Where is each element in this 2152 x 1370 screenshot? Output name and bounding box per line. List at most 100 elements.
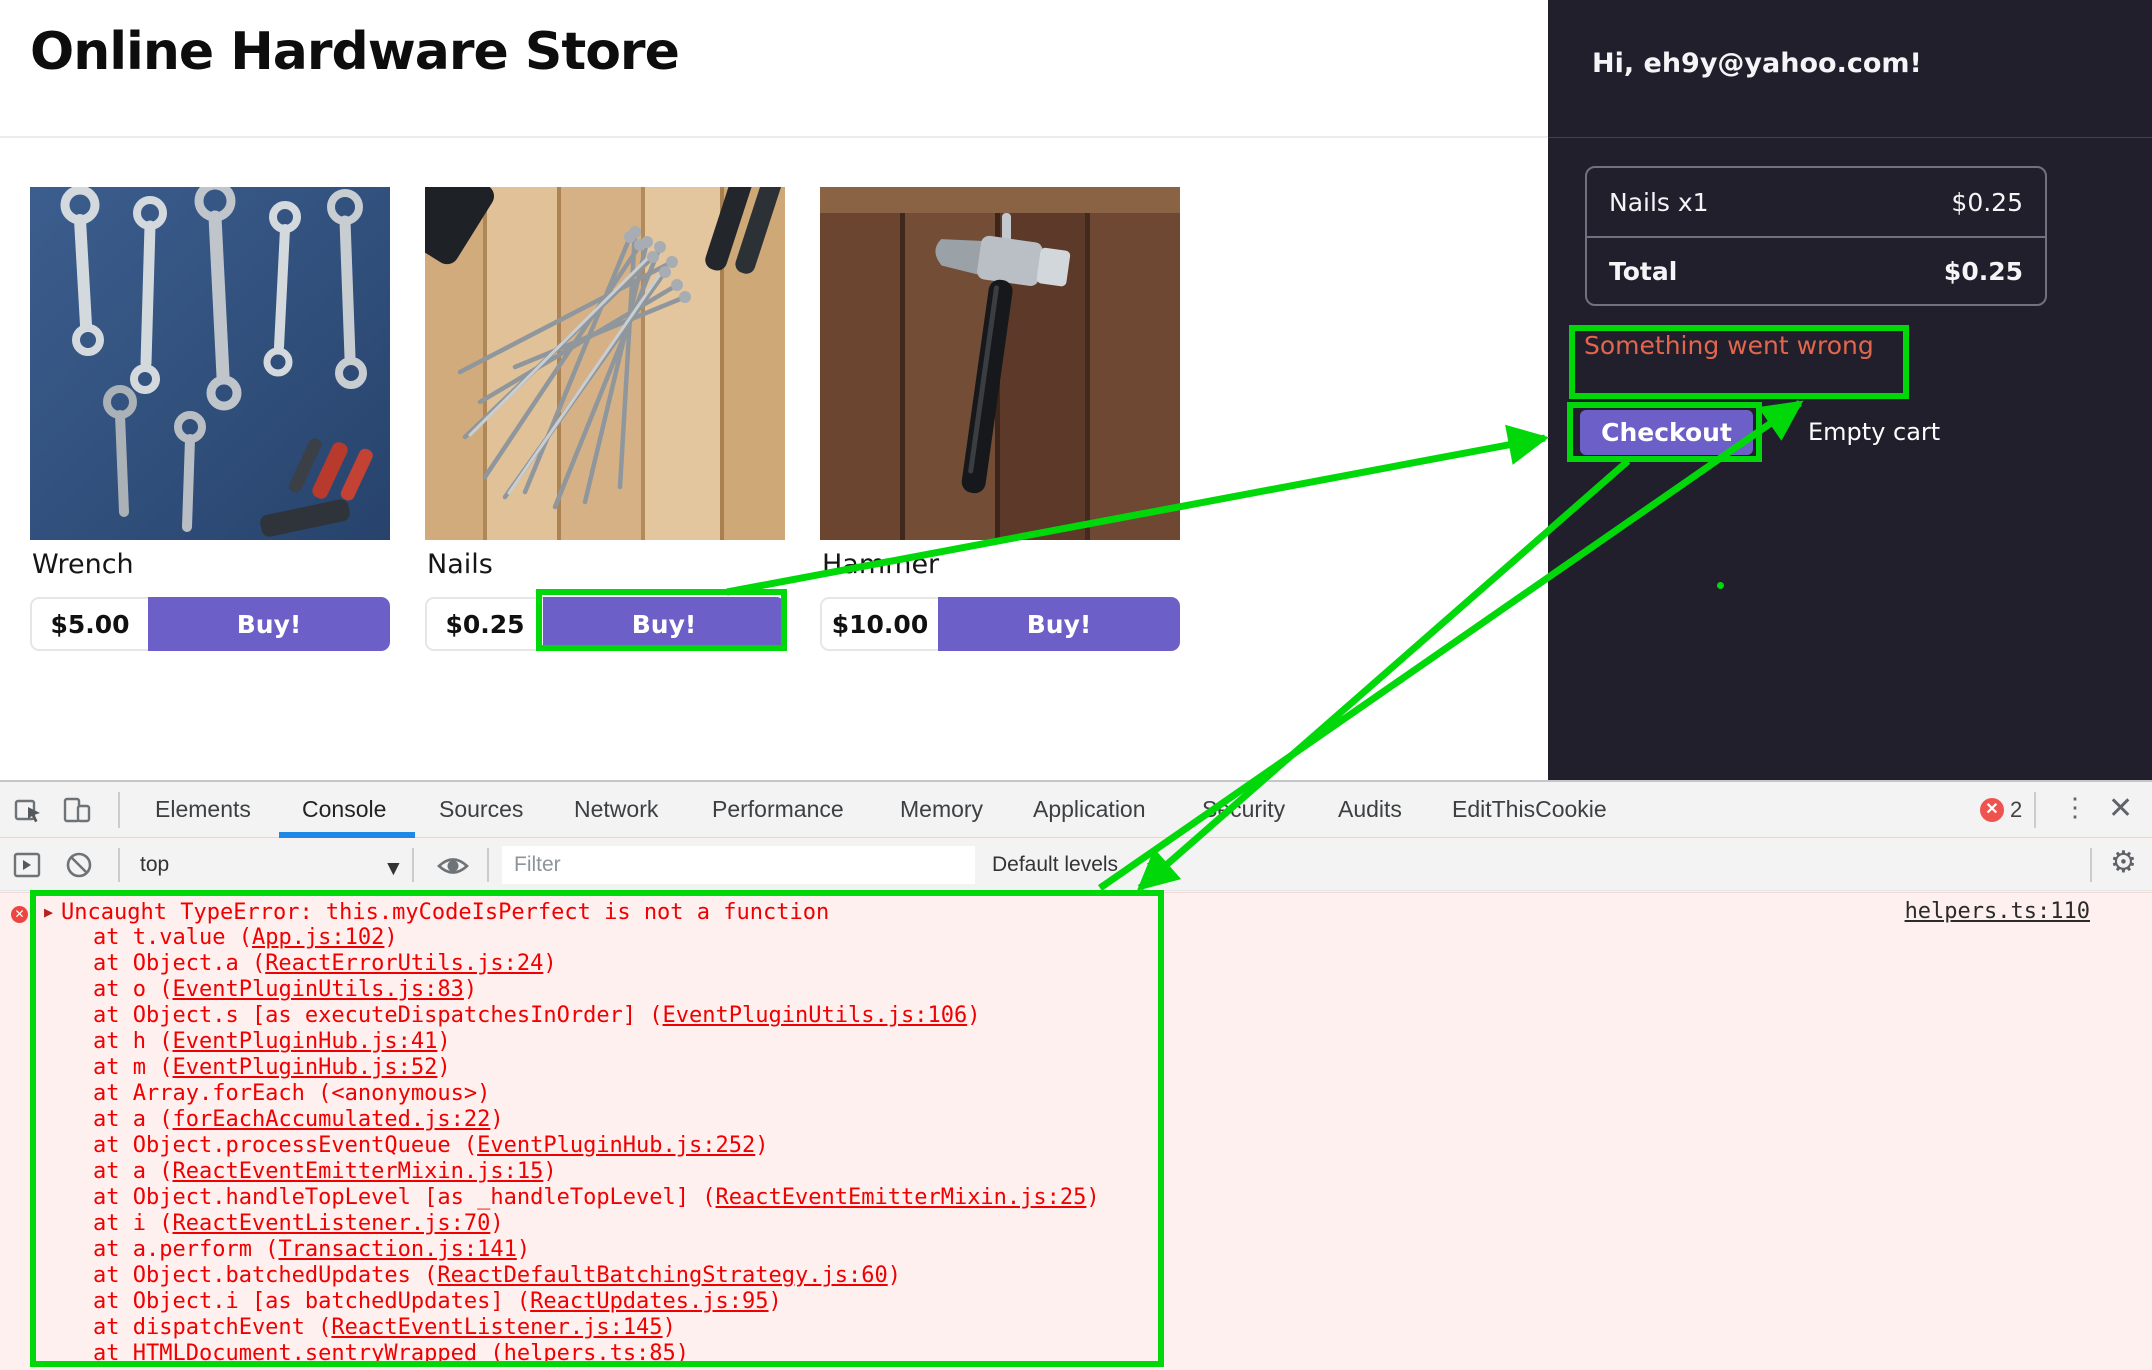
buy-button-hammer[interactable]: Buy! bbox=[938, 597, 1180, 651]
tab-network[interactable]: Network bbox=[574, 796, 658, 823]
tab-performance[interactable]: Performance bbox=[712, 796, 844, 823]
stack-file-link[interactable]: ReactUpdates.js:95 bbox=[530, 1289, 768, 1314]
stack-frame: at o (EventPluginUtils.js:83) bbox=[93, 977, 477, 1003]
product-name: Hammer bbox=[822, 549, 939, 580]
stack-frame: at Object.batchedUpdates (ReactDefaultBa… bbox=[93, 1263, 901, 1289]
stack-file-link[interactable]: ReactEventListener.js:145 bbox=[331, 1315, 662, 1340]
stack-text: at t.value ( bbox=[93, 925, 252, 950]
buy-button-wrench[interactable]: Buy! bbox=[148, 597, 390, 651]
divider bbox=[487, 848, 489, 882]
stack-file-link[interactable]: EventPluginUtils.js:83 bbox=[172, 977, 463, 1002]
clear-console-icon[interactable] bbox=[64, 850, 94, 880]
expand-triangle-icon[interactable]: ▶ bbox=[44, 903, 53, 921]
product-price: $10.00 bbox=[820, 597, 938, 651]
tab-editthiscookie[interactable]: EditThisCookie bbox=[1452, 796, 1607, 823]
inspect-element-icon[interactable] bbox=[14, 795, 44, 825]
product-price: $0.25 bbox=[425, 597, 543, 651]
stack-text: ) bbox=[543, 1159, 556, 1184]
error-count-icon[interactable]: ✕ bbox=[1980, 798, 2004, 822]
log-levels-selector[interactable]: Default levels bbox=[992, 853, 1118, 877]
tab-console[interactable]: Console bbox=[302, 796, 386, 823]
stack-text: ) bbox=[676, 1341, 689, 1366]
stack-frame: at i (ReactEventListener.js:70) bbox=[93, 1211, 504, 1237]
stack-file-link[interactable]: App.js:102 bbox=[252, 925, 384, 950]
stack-frame: at dispatchEvent (ReactEventListener.js:… bbox=[93, 1315, 676, 1341]
stack-text: ) bbox=[437, 1055, 450, 1080]
stack-file-link[interactable]: helpers.ts:85 bbox=[504, 1341, 676, 1366]
checkout-button[interactable]: Checkout bbox=[1580, 410, 1753, 455]
stack-text: at Object.i [as batchedUpdates] ( bbox=[93, 1289, 530, 1314]
stack-text: at Object.a ( bbox=[93, 951, 265, 976]
divider bbox=[2034, 792, 2036, 828]
stack-text: ) bbox=[967, 1003, 980, 1028]
stack-file-link[interactable]: Transaction.js:141 bbox=[278, 1237, 516, 1262]
stack-file-link[interactable]: ReactEventListener.js:70 bbox=[172, 1211, 490, 1236]
stack-file-link[interactable]: forEachAccumulated.js:22 bbox=[172, 1107, 490, 1132]
stack-text: ) bbox=[888, 1263, 901, 1288]
active-tab-indicator bbox=[279, 832, 415, 838]
page-title: Online Hardware Store bbox=[30, 22, 679, 82]
stack-text: ) bbox=[663, 1315, 676, 1340]
console-sidebar-icon[interactable] bbox=[12, 850, 42, 880]
stack-text: at Object.processEventQueue ( bbox=[93, 1133, 477, 1158]
stack-text: ) bbox=[464, 977, 477, 1002]
tab-elements[interactable]: Elements bbox=[155, 796, 251, 823]
console-toolbar: top ▼ Default levels ▼ ⚙ bbox=[0, 839, 2152, 891]
store-header: Online Hardware Store bbox=[0, 0, 1548, 138]
chevron-down-icon[interactable]: ▼ bbox=[1143, 857, 1164, 881]
tab-audits[interactable]: Audits bbox=[1338, 796, 1402, 823]
console-log-area: ✕ ▶Uncaught TypeError: this.myCodeIsPerf… bbox=[0, 892, 2152, 1370]
stack-frame: at h (EventPluginHub.js:41) bbox=[93, 1029, 451, 1055]
context-selector[interactable]: top bbox=[140, 853, 169, 877]
empty-cart-button[interactable]: Empty cart bbox=[1808, 418, 1940, 446]
stack-text: ) bbox=[490, 1107, 503, 1132]
chevron-down-icon[interactable]: ▼ bbox=[383, 857, 404, 881]
devtools-menu-icon[interactable]: ⋮ bbox=[2062, 792, 2086, 823]
error-count: 2 bbox=[2010, 797, 2022, 823]
annotation-dot bbox=[1717, 582, 1724, 589]
stack-frame: at a (ReactEventEmitterMixin.js:15) bbox=[93, 1159, 557, 1185]
product-name: Nails bbox=[427, 549, 493, 580]
device-toolbar-icon[interactable] bbox=[62, 795, 92, 825]
cart-item-label: Nails x1 bbox=[1609, 188, 1709, 217]
tab-memory[interactable]: Memory bbox=[900, 796, 983, 823]
stack-frame: at Object.processEventQueue (EventPlugin… bbox=[93, 1133, 769, 1159]
product-price: $5.00 bbox=[30, 597, 148, 651]
tab-application[interactable]: Application bbox=[1033, 796, 1146, 823]
buy-button-nails[interactable]: Buy! bbox=[543, 597, 785, 651]
divider bbox=[1548, 137, 2152, 138]
close-devtools-icon[interactable]: ✕ bbox=[2108, 791, 2133, 826]
stack-file-link[interactable]: EventPluginUtils.js:106 bbox=[663, 1003, 968, 1028]
stack-file-link[interactable]: EventPluginHub.js:252 bbox=[477, 1133, 755, 1158]
stack-text: at h ( bbox=[93, 1029, 172, 1054]
user-greeting: Hi, eh9y@yahoo.com! bbox=[1592, 48, 1922, 79]
stack-file-link[interactable]: ReactErrorUtils.js:24 bbox=[265, 951, 543, 976]
stack-text: at m ( bbox=[93, 1055, 172, 1080]
stack-text: at dispatchEvent ( bbox=[93, 1315, 331, 1340]
stack-file-link[interactable]: ReactEventEmitterMixin.js:25 bbox=[716, 1185, 1087, 1210]
error-message: Something went wrong bbox=[1584, 331, 1914, 360]
stack-file-link[interactable]: EventPluginHub.js:41 bbox=[172, 1029, 437, 1054]
stack-text: at i ( bbox=[93, 1211, 172, 1236]
live-expression-eye-icon[interactable] bbox=[437, 851, 469, 881]
stack-text: at o ( bbox=[93, 977, 172, 1002]
stack-frame: at Object.s [as executeDispatchesInOrder… bbox=[93, 1003, 980, 1029]
stack-text: ) bbox=[437, 1029, 450, 1054]
stack-text: at Object.batchedUpdates ( bbox=[93, 1263, 437, 1288]
console-filter-input[interactable] bbox=[502, 846, 975, 884]
stack-frame: at t.value (App.js:102) bbox=[93, 925, 398, 951]
stack-file-link[interactable]: ReactDefaultBatchingStrategy.js:60 bbox=[437, 1263, 887, 1288]
stack-text: ) bbox=[490, 1211, 503, 1236]
tab-sources[interactable]: Sources bbox=[439, 796, 523, 823]
stack-file-link[interactable]: ReactEventEmitterMixin.js:15 bbox=[172, 1159, 543, 1184]
stack-text: at a ( bbox=[93, 1159, 172, 1184]
error-source-link[interactable]: helpers.ts:110 bbox=[1905, 899, 2090, 925]
tab-security[interactable]: Security bbox=[1202, 796, 1285, 823]
console-settings-gear-icon[interactable]: ⚙ bbox=[2110, 845, 2137, 880]
product-card-nails: Nails $0.25 Buy! bbox=[425, 187, 785, 652]
stack-text: ) bbox=[384, 925, 397, 950]
product-card-hammer: Hammer $10.00 Buy! bbox=[820, 187, 1180, 652]
stack-text: ) bbox=[755, 1133, 768, 1158]
stack-file-link[interactable]: EventPluginHub.js:52 bbox=[172, 1055, 437, 1080]
console-error-line: ▶Uncaught TypeError: this.myCodeIsPerfec… bbox=[44, 899, 829, 925]
